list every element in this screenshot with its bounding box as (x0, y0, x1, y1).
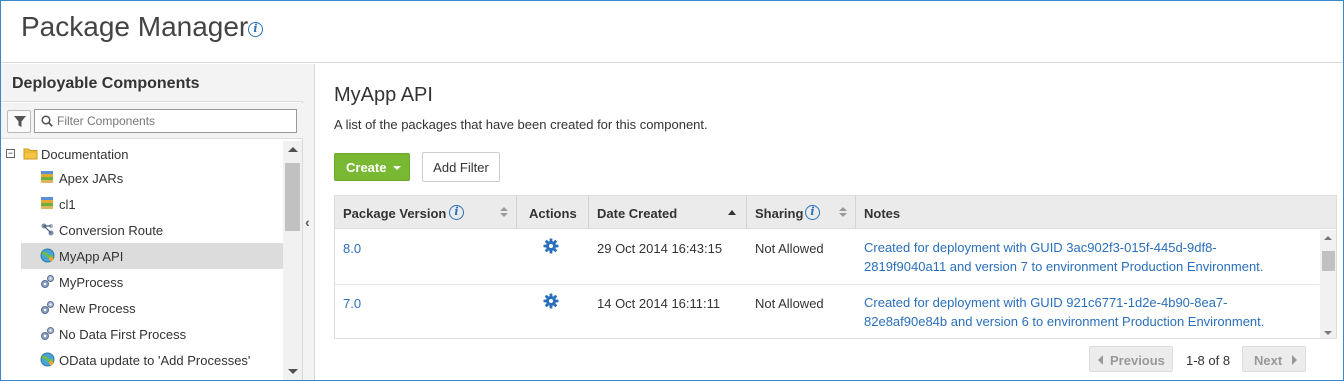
gear-icon[interactable] (543, 238, 559, 254)
column-header-label: Sharing (755, 206, 804, 221)
next-label: Next (1254, 353, 1283, 368)
collapse-toggle[interactable]: − (6, 149, 15, 158)
scrollbar-thumb[interactable] (285, 163, 300, 231)
filter-input-wrapper (34, 109, 297, 133)
filter-toggle-button[interactable] (7, 110, 31, 133)
add-filter-button[interactable]: Add Filter (422, 152, 500, 182)
tree-folder-documentation[interactable]: − Documentation (1, 143, 283, 165)
table-row: 7.0 14 Oct 2014 16:11:11 Not Allowed Cre… (335, 285, 1319, 338)
tree-item-no-data-first-process[interactable]: No Data First Process (21, 321, 283, 347)
caret-down-icon (393, 166, 401, 170)
component-description: A list of the packages that have been cr… (334, 117, 708, 132)
column-header-sharing[interactable]: Sharing i (747, 196, 856, 229)
tree-item-label: Conversion Route (59, 223, 164, 238)
table-row: 8.0 29 Oct 2014 16:43:15 Not Allowed Cre… (335, 230, 1319, 285)
chevron-left-icon (1098, 355, 1103, 365)
tree-item-label: cl1 (59, 197, 76, 212)
package-notes[interactable]: Created for deployment with GUID 921c677… (864, 293, 1304, 331)
sharing-status: Not Allowed (755, 296, 824, 311)
jar-stack-icon (41, 171, 53, 183)
column-header-label: Actions (529, 206, 577, 221)
column-header-label: Notes (864, 206, 901, 221)
tree-folder-label: Documentation (41, 147, 129, 162)
notes-line: 2819f9040a11 and version 7 to environmen… (864, 259, 1264, 274)
tree-item-myapp-api[interactable]: MyApp API (21, 243, 283, 269)
package-notes[interactable]: Created for deployment with GUID 3ac902f… (864, 238, 1304, 276)
route-icon (41, 223, 54, 236)
tree-item-apex-jars[interactable]: Apex JARs (21, 165, 283, 191)
create-button-label: Create (346, 160, 387, 175)
notes-line: Created for deployment with GUID 3ac902f… (864, 240, 1217, 255)
deployable-components-panel: Deployable Components − Documentation Ap… (1, 64, 303, 380)
page-count: 1-8 of 8 (1186, 353, 1231, 368)
column-header-label: Package Version (343, 206, 447, 221)
panel-splitter[interactable]: ‹ (303, 64, 315, 380)
panel-heading-text: Deployable Components (12, 75, 200, 92)
notes-line: Created for deployment with GUID 921c677… (864, 295, 1228, 310)
sharing-status: Not Allowed (755, 241, 824, 256)
package-version-link[interactable]: 7.0 (343, 296, 361, 311)
tree-item-conversion-route[interactable]: Conversion Route (21, 217, 283, 243)
page-title: Package Manager (21, 11, 249, 42)
component-tree: − Documentation Apex JARs cl1 Conversion… (1, 141, 283, 380)
folder-icon (23, 148, 38, 160)
date-created: 29 Oct 2014 16:43:15 (597, 241, 723, 256)
scroll-down-arrow[interactable] (288, 369, 298, 374)
column-header-package-version[interactable]: Package Version i (335, 196, 517, 229)
chevron-right-icon (1292, 355, 1297, 365)
create-button[interactable]: Create (334, 153, 410, 181)
tree-item-label: No Data First Process (59, 327, 187, 342)
filter-components-input[interactable] (57, 112, 292, 130)
scroll-down-arrow[interactable] (1324, 331, 1332, 335)
tree-item-label: OData update to 'Add Processes' (59, 353, 251, 368)
column-header-date-created[interactable]: Date Created (589, 196, 747, 229)
main-content: MyApp API A list of the packages that ha… (316, 64, 1343, 380)
filter-row (1, 103, 303, 139)
panel-heading: Deployable Components (1, 64, 303, 102)
grid-scrollbar[interactable] (1320, 230, 1336, 338)
info-icon[interactable]: i (805, 205, 820, 220)
tree-item-new-process[interactable]: New Process (21, 295, 283, 321)
tree-item-label: New Process (59, 301, 136, 316)
sort-ascending-icon[interactable] (728, 210, 736, 215)
component-title: MyApp API (334, 84, 433, 106)
process-gears-icon (41, 301, 54, 314)
column-header-notes: Notes (856, 196, 1336, 229)
scroll-up-arrow[interactable] (1324, 236, 1332, 240)
globe-api-icon (40, 248, 55, 263)
column-header-label: Date Created (597, 206, 678, 221)
collapse-panel-icon[interactable]: ‹ (305, 214, 310, 230)
tree-item-label: Apex JARs (59, 171, 124, 186)
scrollbar-thumb[interactable] (1322, 251, 1335, 271)
tree-item-odata-update[interactable]: OData update to 'Add Processes' (21, 347, 283, 373)
date-created: 14 Oct 2014 16:11:11 (597, 296, 721, 311)
previous-label: Previous (1110, 353, 1165, 368)
previous-page-button[interactable]: Previous (1089, 346, 1173, 372)
jar-stack-icon (41, 197, 53, 209)
notes-line: 82e8af90e84b and version 6 to environmen… (864, 314, 1265, 329)
info-icon[interactable]: i (248, 22, 263, 37)
app-header: Package Manager i (1, 1, 1343, 63)
tree-item-label: MyApp API (59, 249, 124, 264)
package-version-link[interactable]: 8.0 (343, 241, 361, 256)
globe-api-icon (40, 352, 55, 367)
scroll-up-arrow[interactable] (288, 147, 298, 152)
grid-header: Package Version i Actions Date Created S… (335, 196, 1336, 229)
funnel-icon (14, 116, 26, 127)
search-icon (41, 115, 53, 127)
tree-item-label: MyProcess (59, 275, 124, 290)
tree-scrollbar[interactable] (283, 141, 302, 380)
tree-item-cl1[interactable]: cl1 (21, 191, 283, 217)
tree-item-myprocess[interactable]: MyProcess (21, 269, 283, 295)
gear-icon[interactable] (543, 293, 559, 309)
sort-icon[interactable] (500, 207, 508, 219)
process-gears-icon (41, 275, 54, 288)
sort-icon[interactable] (839, 207, 847, 219)
next-page-button[interactable]: Next (1242, 346, 1306, 372)
process-gears-icon (41, 327, 54, 340)
column-header-actions: Actions (517, 196, 589, 229)
info-icon[interactable]: i (449, 205, 464, 220)
packages-grid: Package Version i Actions Date Created S… (334, 195, 1337, 339)
